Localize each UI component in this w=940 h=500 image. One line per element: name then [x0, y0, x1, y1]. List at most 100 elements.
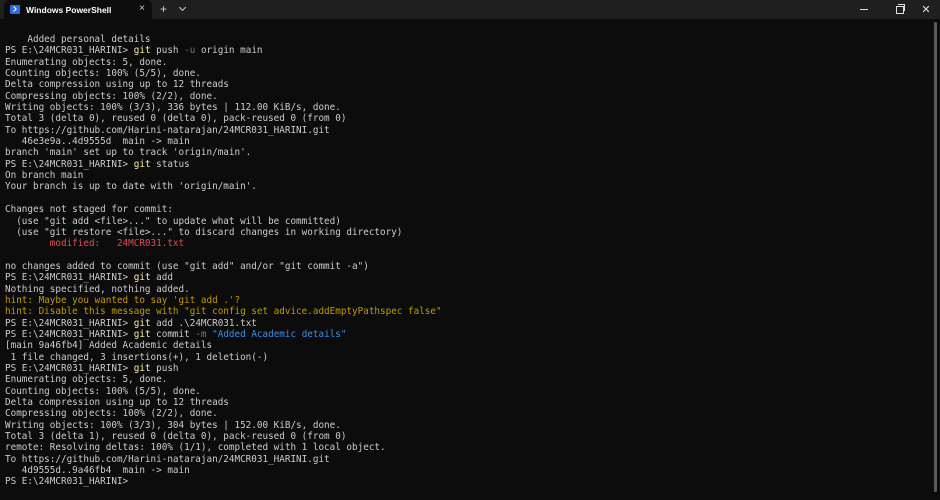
terminal-line: modified: 24MCR031.txt [5, 238, 925, 249]
terminal-text: add .\24MCR031.txt [150, 317, 257, 329]
terminal-line: [main 9a46fb4] Added Academic details [5, 340, 925, 351]
terminal-line: Total 3 (delta 1), reused 0 (delta 0), p… [5, 431, 925, 442]
tab-title: Windows PowerShell [26, 4, 112, 15]
tab-close-icon[interactable]: × [139, 3, 145, 15]
terminal-text: PS E:\24MCR031_HARINI> [5, 328, 134, 340]
terminal-text: Enumerating objects: 5, done. [5, 56, 168, 68]
new-tab-icon[interactable]: + [160, 2, 167, 16]
terminal-text: "Added Academic details" [212, 328, 347, 340]
terminal-line: Total 3 (delta 0), reused 0 (delta 0), p… [5, 113, 925, 124]
terminal-text: git [133, 317, 151, 329]
terminal-text: branch 'main' set up to track 'origin/ma… [5, 147, 252, 159]
terminal-line: no changes added to commit (use "git add… [5, 261, 925, 272]
terminal-text: Compressing objects: 100% (2/2), done. [5, 90, 218, 102]
terminal-line: 1 file changed, 3 insertions(+), 1 delet… [5, 352, 925, 363]
terminal-text: 4d9555d..9a46fb4 main -> main [5, 465, 190, 477]
terminal-text: -u [184, 45, 196, 57]
terminal-line: Compressing objects: 100% (2/2), done. [5, 91, 925, 102]
terminal-text: Delta compression using up to 12 threads [5, 397, 229, 408]
terminal-line: 46e3e9a..4d9555d main -> main [5, 136, 925, 147]
powershell-icon [10, 5, 20, 14]
terminal-text: Counting objects: 100% (5/5), done. [5, 68, 201, 80]
terminal-text: push [150, 45, 185, 57]
terminal-line: Delta compression using up to 12 threads [5, 397, 925, 408]
minimize-button[interactable] [848, 0, 880, 19]
terminal-line: Added personal details [5, 34, 925, 45]
terminal-text: hint: Maybe you wanted to say 'git add .… [5, 294, 241, 306]
scrollbar[interactable] [934, 22, 937, 492]
terminal-text: To https://github.com/Harini-natarajan/2… [5, 453, 330, 465]
terminal-line: Your branch is up to date with 'origin/m… [5, 181, 925, 192]
terminal-text: [main 9a46fb4] Added Academic details [5, 340, 213, 352]
terminal-text: add [150, 272, 173, 284]
terminal-text: PS E:\24MCR031_HARINI> [5, 362, 134, 374]
terminal-text: git [133, 45, 151, 57]
terminal-text: Writing objects: 100% (3/3), 336 bytes |… [5, 102, 341, 114]
terminal-line: PS E:\24MCR031_HARINI> git push [5, 363, 925, 374]
terminal-line: Changes not staged for commit: [5, 204, 925, 215]
close-window-button[interactable]: ✕ [910, 0, 940, 19]
terminal-text: hint: Disable this message with "git con… [5, 306, 442, 318]
terminal-line: Compressing objects: 100% (2/2), done. [5, 408, 925, 419]
terminal-text: 46e3e9a..4d9555d main -> main [5, 136, 190, 148]
terminal-text: PS E:\24MCR031_HARINI> [5, 317, 134, 329]
terminal-text: no changes added to commit (use "git add… [5, 260, 369, 272]
terminal-text: Total 3 (delta 1), reused 0 (delta 0), p… [5, 431, 347, 443]
terminal-line: 4d9555d..9a46fb4 main -> main [5, 465, 925, 476]
terminal-text: git [133, 272, 151, 284]
scrollbar-thumb[interactable] [934, 22, 937, 492]
terminal-line: hint: Disable this message with "git con… [5, 306, 925, 317]
terminal-text: PS E:\24MCR031_HARINI> [5, 158, 134, 170]
close-icon: ✕ [921, 3, 931, 16]
terminal-text: status [150, 158, 190, 170]
terminal-text: commit [150, 328, 196, 340]
terminal-text: PS E:\24MCR031_HARINI> [5, 272, 134, 284]
terminal-window: Windows PowerShell × + ✕ Added personal … [0, 0, 940, 500]
terminal-text: origin main [195, 45, 263, 57]
terminal-text: PS E:\24MCR031_HARINI> [5, 45, 134, 57]
terminal-text: On branch main [5, 170, 84, 182]
minimize-icon [860, 9, 868, 10]
terminal-line: To https://github.com/Harini-natarajan/2… [5, 454, 925, 465]
terminal-text: PS E:\24MCR031_HARINI> [5, 476, 134, 488]
terminal-text: push [150, 362, 179, 374]
terminal-line: Counting objects: 100% (5/5), done. [5, 68, 925, 79]
terminal-text: remote: Resolving deltas: 100% (1/1), co… [5, 442, 386, 454]
terminal-line: remote: Resolving deltas: 100% (1/1), co… [5, 442, 925, 453]
chevron-down-icon[interactable] [178, 3, 187, 12]
terminal-line: Writing objects: 100% (3/3), 304 bytes |… [5, 420, 925, 431]
terminal-line: On branch main [5, 170, 925, 181]
terminal-text: git [133, 362, 151, 374]
tab-windows-powershell[interactable]: Windows PowerShell × [4, 0, 152, 19]
terminal-text: 1 file changed, 3 insertions(+), 1 delet… [5, 351, 269, 363]
terminal-text: Counting objects: 100% (5/5), done. [5, 385, 201, 397]
terminal-line: PS E:\24MCR031_HARINI> git push -u origi… [5, 45, 925, 56]
terminal-line: hint: Maybe you wanted to say 'git add .… [5, 295, 925, 306]
terminal-text: modified: 24MCR031.txt [5, 238, 185, 250]
terminal-text: (use "git restore <file>..." to discard … [5, 226, 403, 238]
terminal-line: PS E:\24MCR031_HARINI> git status [5, 159, 925, 170]
terminal-line: branch 'main' set up to track 'origin/ma… [5, 147, 925, 158]
terminal-line: PS E:\24MCR031_HARINI> git commit -m "Ad… [5, 329, 925, 340]
terminal-line: (use "git add <file>..." to update what … [5, 216, 925, 227]
terminal-text: Total 3 (delta 0), reused 0 (delta 0), p… [5, 113, 347, 125]
title-bar: Windows PowerShell × + ✕ [0, 0, 940, 19]
terminal-text: Added personal details [5, 34, 151, 45]
terminal-text: To https://github.com/Harini-natarajan/2… [5, 124, 330, 136]
terminal-text: git [133, 328, 151, 340]
terminal-text: Your branch is up to date with 'origin/m… [5, 181, 257, 193]
terminal-line: Nothing specified, nothing added. [5, 284, 925, 295]
terminal-line: To https://github.com/Harini-natarajan/2… [5, 125, 925, 136]
terminal-text: Nothing specified, nothing added. [5, 283, 190, 295]
terminal-text: Changes not staged for commit: [5, 204, 173, 216]
terminal-line: Enumerating objects: 5, done. [5, 374, 925, 385]
terminal-line: PS E:\24MCR031_HARINI> [5, 476, 925, 487]
terminal-line: Counting objects: 100% (5/5), done. [5, 386, 925, 397]
terminal-text: -m [195, 328, 207, 340]
terminal-line: (use "git restore <file>..." to discard … [5, 227, 925, 238]
terminal-text: git [133, 158, 151, 170]
terminal-line: Enumerating objects: 5, done. [5, 57, 925, 68]
terminal-line: PS E:\24MCR031_HARINI> git add [5, 272, 925, 283]
terminal-output[interactable]: Added personal details PS E:\24MCR031_HAR… [5, 34, 925, 488]
